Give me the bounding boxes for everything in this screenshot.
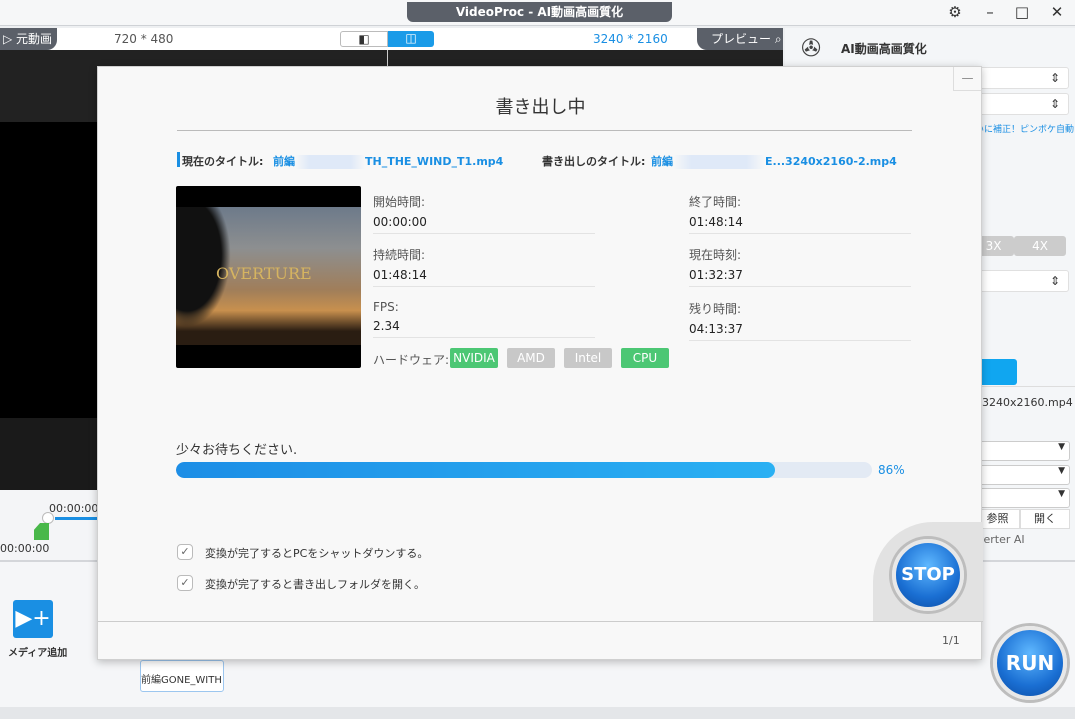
- wait-text: 少々お待ちください.: [176, 443, 298, 458]
- progress-fill: [176, 462, 775, 478]
- search-icon: ⌕: [774, 32, 782, 46]
- open-folder-option-label: 変換が完了すると書き出しフォルダを開く。: [205, 578, 425, 591]
- field-label: 持続時間:: [373, 248, 426, 262]
- field-remaining-time: 残り時間: 04:13:37: [689, 300, 911, 341]
- split-view-toggle[interactable]: ◫: [388, 31, 434, 47]
- timeline-track[interactable]: [55, 517, 100, 520]
- close-button[interactable]: ✕: [1045, 3, 1069, 21]
- source-video-tab[interactable]: ▷ 元動画: [0, 28, 57, 50]
- converter-ai-label: verter AI: [977, 533, 1025, 546]
- minimize-button[interactable]: –: [978, 3, 1002, 21]
- field-value: 01:32:37: [689, 268, 743, 282]
- timeline-time-top: 00:00:00: [49, 502, 99, 515]
- footer-divider: [98, 621, 983, 622]
- field-label: FPS:: [373, 300, 399, 314]
- accent-bar: [177, 152, 180, 167]
- field-label: 終了時間:: [689, 195, 742, 209]
- single-view-toggle[interactable]: ◧: [340, 31, 388, 47]
- shutdown-checkbox[interactable]: ✓: [177, 544, 193, 560]
- run-button[interactable]: RUN: [993, 626, 1067, 700]
- field-current-time: 現在時刻: 01:32:37: [689, 246, 911, 287]
- add-media-label[interactable]: メディア追加: [8, 644, 67, 659]
- thumbnail-overture-text: OVERTURE: [216, 264, 312, 283]
- field-duration: 持続時間: 01:48:14: [373, 246, 595, 287]
- status-bar: [0, 707, 1075, 719]
- clip-name: 前編GONE_WITH: [141, 675, 222, 686]
- preview-tab[interactable]: プレビュー ⌕: [697, 28, 783, 50]
- field-value: 04:13:37: [689, 322, 743, 336]
- video-thumbnail: OVERTURE: [176, 186, 361, 368]
- field-label: 残り時間:: [689, 302, 742, 316]
- progress-bar: [176, 462, 872, 478]
- page-indicator: 1/1: [942, 634, 960, 647]
- media-clip[interactable]: 前編GONE_WITH: [140, 660, 224, 692]
- source-resolution: 720 * 480: [114, 32, 174, 46]
- current-title-prefix: 前編: [273, 155, 295, 168]
- hw-intel-badge: Intel: [564, 348, 612, 368]
- output-title-suffix: E...3240x2160-2.mp4: [765, 155, 897, 168]
- timeline-handle[interactable]: [42, 512, 54, 524]
- start-marker[interactable]: [34, 523, 49, 540]
- hw-amd-badge: AMD: [507, 348, 555, 368]
- settings-gear-icon[interactable]: ⚙: [943, 3, 967, 21]
- maximize-button[interactable]: □: [1010, 3, 1034, 21]
- field-value: 01:48:14: [689, 215, 743, 229]
- current-title-value: 前編 TH_THE_WIND_T1.mp4: [273, 153, 503, 169]
- split-divider[interactable]: [387, 50, 388, 66]
- preview-label: プレビュー: [711, 32, 772, 46]
- field-label: 現在時刻:: [689, 248, 742, 262]
- field-value: 2.34: [373, 319, 400, 333]
- output-title-label: 書き出しのタイトル:: [542, 155, 646, 168]
- progress-percent: 86%: [878, 463, 905, 477]
- output-title-prefix: 前編: [651, 155, 673, 168]
- field-value: 00:00:00: [373, 215, 427, 229]
- timeline: 00:00:00 00:00:00: [0, 490, 100, 560]
- field-value: 01:48:14: [373, 268, 427, 282]
- output-filename: 3240x2160.mp4: [982, 396, 1073, 409]
- open-folder-checkbox[interactable]: ✓: [177, 575, 193, 591]
- field-end-time: 終了時間: 01:48:14: [689, 193, 911, 234]
- panel-title: AI動画高画質化: [841, 42, 927, 56]
- output-resolution: 3240 * 2160: [593, 32, 668, 46]
- scale-4x-button[interactable]: 4X: [1014, 236, 1066, 256]
- hardware-label: ハードウェア:: [373, 353, 450, 367]
- film-reel-icon: ✇: [801, 34, 822, 62]
- shutdown-option-label: 変換が完了するとPCをシャットダウンする。: [205, 547, 429, 560]
- output-title-value: 前編 E...3240x2160-2.mp4: [651, 153, 897, 169]
- title-divider: [177, 130, 912, 131]
- dialog-title: 書き出し中: [495, 97, 586, 118]
- stop-button[interactable]: STOP: [892, 539, 964, 611]
- current-title-suffix: TH_THE_WIND_T1.mp4: [365, 155, 504, 168]
- minimize-dialog-button[interactable]: —: [953, 67, 981, 91]
- current-title-label: 現在のタイトル:: [182, 155, 264, 168]
- hw-cpu-badge: CPU: [621, 348, 669, 368]
- export-progress-dialog: — 書き出し中 現在のタイトル: 前編 TH_THE_WIND_T1.mp4 書き…: [97, 66, 983, 660]
- hw-nvidia-badge: NVIDIA: [450, 348, 498, 368]
- open-button[interactable]: 開く: [1020, 509, 1070, 529]
- info-link[interactable]: いに補正！ピンボケ自動: [975, 122, 1074, 135]
- field-label: 開始時間:: [373, 195, 426, 209]
- field-start-time: 開始時間: 00:00:00: [373, 193, 595, 234]
- add-media-icon[interactable]: ▶+: [13, 600, 53, 638]
- app-title: VideoProc - AI動画高画質化: [407, 2, 672, 22]
- timeline-time-bottom: 00:00:00: [0, 542, 50, 555]
- field-fps: FPS: 2.34: [373, 300, 595, 338]
